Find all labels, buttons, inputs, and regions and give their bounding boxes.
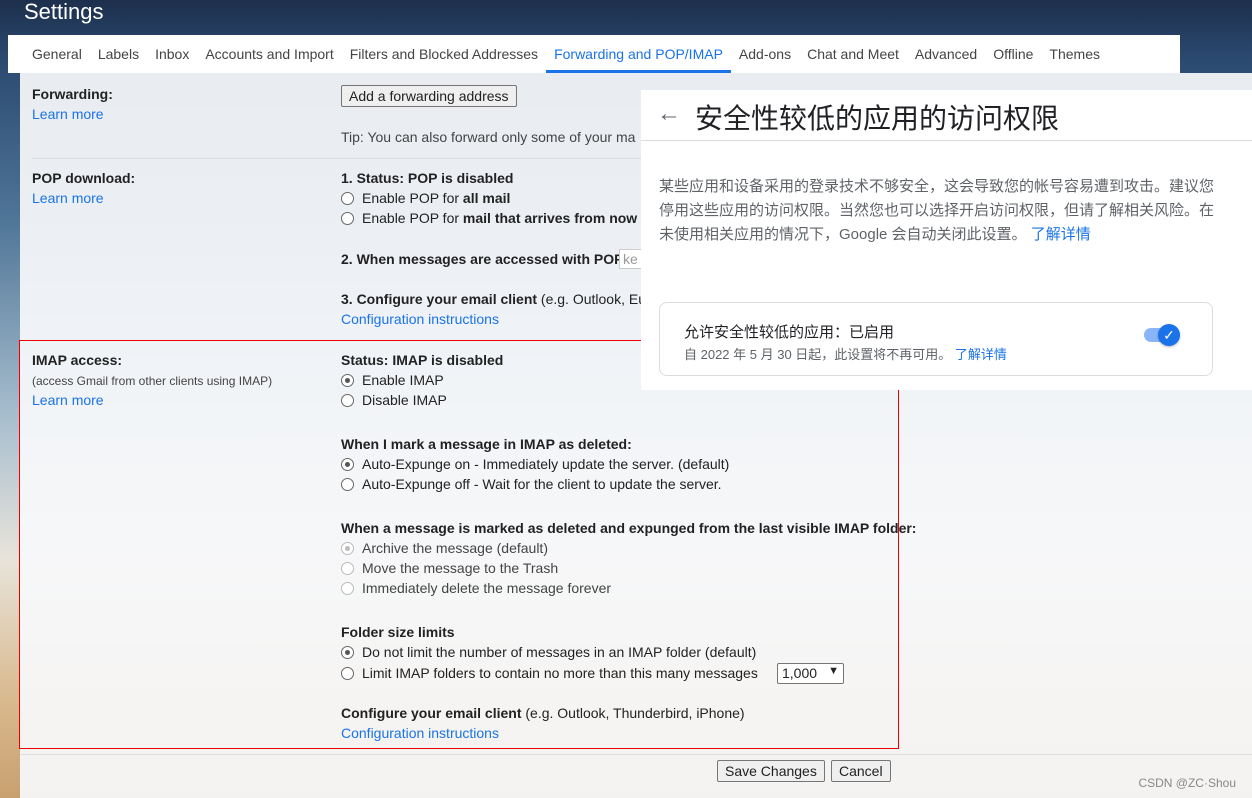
radio[interactable] (341, 667, 354, 680)
option-text: Immediately delete the message forever (362, 580, 612, 596)
expunge-on-option[interactable]: Auto-Expunge on - Immediately update the… (341, 456, 729, 472)
radio[interactable] (341, 478, 354, 491)
step3-bold: 3. Configure your email client (341, 291, 538, 307)
option-text: Disable IMAP (362, 392, 447, 408)
chevron-down-icon: ▼ (828, 665, 839, 677)
no-limit-option[interactable]: Do not limit the number of messages in a… (341, 644, 756, 660)
option-bold: mail that arrives from now o (462, 210, 650, 226)
allow-less-secure-apps-toggle[interactable]: ✓ (1144, 324, 1180, 346)
divider (32, 158, 652, 159)
tab-offline[interactable]: Offline (985, 35, 1041, 73)
tab-advanced[interactable]: Advanced (907, 35, 985, 73)
add-forwarding-address-button[interactable]: Add a forwarding address (341, 85, 517, 107)
forwarding-label: Forwarding: (32, 86, 113, 102)
disable-imap-option[interactable]: Disable IMAP (341, 392, 447, 408)
imap-learn-more[interactable]: Learn more (32, 392, 104, 408)
cancel-button[interactable]: Cancel (831, 760, 891, 782)
pop-all-mail-option[interactable]: Enable POP for all mail (341, 190, 510, 206)
option-text: Enable IMAP (362, 372, 444, 388)
imap-sublabel: (access Gmail from other clients using I… (32, 374, 273, 388)
watermark: CSDN @ZC·Shou (1138, 776, 1236, 790)
option-text: Auto-Expunge on - Immediately update the… (362, 456, 730, 472)
option-text: Move the message to the Trash (362, 560, 559, 576)
folder-limit-select[interactable]: 1,000 ▼ (777, 663, 844, 684)
description-learn-more[interactable]: 了解详情 (1031, 226, 1091, 243)
archive-option[interactable]: Archive the message (default) (341, 540, 548, 556)
tab-forwarding-pop-imap[interactable]: Forwarding and POP/IMAP (546, 35, 731, 73)
radio[interactable] (341, 582, 354, 595)
tab-chat-meet[interactable]: Chat and Meet (799, 35, 907, 73)
pop-step3: 3. Configure your email client (e.g. Out… (341, 291, 646, 307)
save-changes-button[interactable]: Save Changes (717, 760, 825, 782)
imap-config-link[interactable]: Configuration instructions (341, 725, 499, 741)
tab-filters[interactable]: Filters and Blocked Addresses (342, 35, 546, 73)
configure-rest: (e.g. Outlook, Thunderbird, iPhone) (521, 705, 745, 721)
pop-config-link[interactable]: Configuration instructions (341, 311, 499, 327)
delete-forever-option[interactable]: Immediately delete the message forever (341, 580, 611, 596)
panel-description: 某些应用和设备采用的登录技术不够安全，这会导致您的帐号容易遭到攻击。建议您停用这… (659, 175, 1219, 247)
card-learn-more[interactable]: 了解详情 (955, 347, 1007, 362)
imap-status: Status: IMAP is disabled (341, 352, 504, 368)
select-value: 1,000 (782, 665, 818, 681)
description-text: 某些应用和设备采用的登录技术不够安全，这会导致您的帐号容易遭到攻击。建议您停用这… (659, 178, 1215, 243)
radio[interactable] (341, 374, 354, 387)
limit-option[interactable]: Limit IMAP folders to contain no more th… (341, 665, 758, 681)
back-arrow-icon[interactable]: ← (657, 100, 681, 128)
setting-card: 允许安全性较低的应用：已启用 自 2022 年 5 月 30 日起，此设置将不再… (659, 302, 1213, 376)
forwarding-tip: Tip: You can also forward only some of y… (341, 129, 636, 145)
forwarding-learn-more[interactable]: Learn more (32, 106, 104, 122)
pop-learn-more[interactable]: Learn more (32, 190, 104, 206)
panel-header: ← 安全性较低的应用的访问权限 (641, 90, 1252, 141)
option-text: Do not limit the number of messages in a… (362, 644, 757, 660)
card-subtitle: 自 2022 年 5 月 30 日起，此设置将不再可用。 了解详情 (684, 344, 1007, 363)
enable-imap-option[interactable]: Enable IMAP (341, 372, 444, 388)
check-icon: ✓ (1158, 324, 1180, 346)
panel-title: 安全性较低的应用的访问权限 (695, 103, 1060, 134)
radio[interactable] (341, 562, 354, 575)
step3-rest: (e.g. Outlook, Eu (537, 291, 646, 307)
option-text: Enable POP for (362, 190, 463, 206)
tab-labels[interactable]: Labels (90, 35, 147, 73)
tab-themes[interactable]: Themes (1041, 35, 1108, 73)
tab-general[interactable]: General (24, 35, 90, 73)
radio[interactable] (341, 646, 354, 659)
less-secure-apps-panel: ← 安全性较低的应用的访问权限 某些应用和设备采用的登录技术不够安全，这会导致您… (641, 90, 1252, 390)
tab-inbox[interactable]: Inbox (147, 35, 197, 73)
option-text: Archive the message (default) (362, 540, 548, 556)
radio[interactable] (341, 394, 354, 407)
expunged-heading: When a message is marked as deleted and … (341, 520, 917, 536)
pop-from-now-option[interactable]: Enable POP for mail that arrives from no… (341, 210, 650, 226)
folder-size-heading: Folder size limits (341, 624, 455, 640)
pop-step2: 2. When messages are accessed with POP (341, 251, 624, 267)
configure-bold: Configure your email client (341, 705, 522, 721)
option-bold: all mail (462, 190, 511, 206)
deleted-heading: When I mark a message in IMAP as deleted… (341, 436, 632, 452)
imap-label: IMAP access: (32, 352, 123, 368)
trash-option[interactable]: Move the message to the Trash (341, 560, 558, 576)
tab-accounts[interactable]: Accounts and Import (197, 35, 341, 73)
radio[interactable] (341, 212, 354, 225)
divider (20, 754, 1252, 755)
page-title: Settings (24, 0, 104, 24)
pop-status: 1. Status: POP is disabled (341, 170, 514, 186)
pop-label: POP download: (32, 170, 136, 186)
option-text: Auto-Expunge off - Wait for the client t… (362, 476, 722, 492)
radio[interactable] (341, 542, 354, 555)
card-title: 允许安全性较低的应用：已启用 (684, 324, 895, 341)
imap-configure: Configure your email client (e.g. Outloo… (341, 705, 745, 721)
option-text: Limit IMAP folders to contain no more th… (362, 665, 758, 681)
settings-tabs: General Labels Inbox Accounts and Import… (8, 35, 1180, 73)
radio[interactable] (341, 192, 354, 205)
tab-addons[interactable]: Add-ons (731, 35, 799, 73)
expunge-off-option[interactable]: Auto-Expunge off - Wait for the client t… (341, 476, 722, 492)
radio[interactable] (341, 458, 354, 471)
card-subtitle-text: 自 2022 年 5 月 30 日起，此设置将不再可用。 (684, 347, 952, 362)
option-text: Enable POP for (362, 210, 463, 226)
